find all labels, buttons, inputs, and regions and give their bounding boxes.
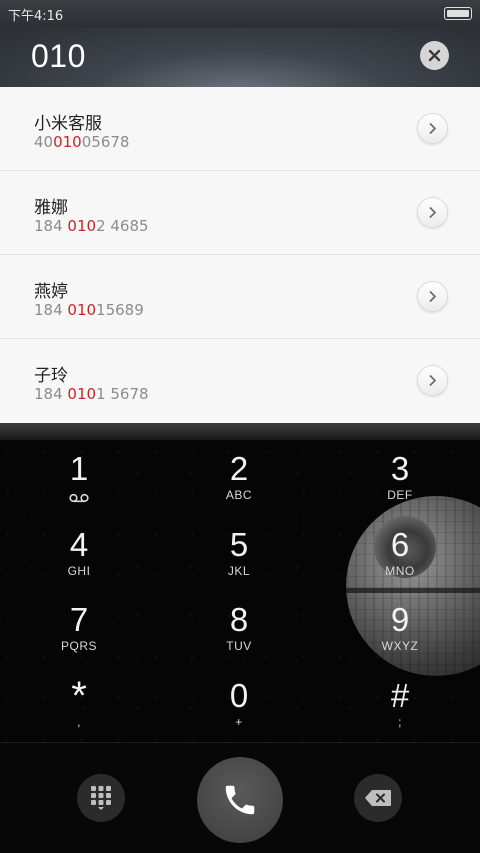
contact-number: 184 0102 4685	[34, 217, 149, 235]
key-digit: 0	[229, 677, 249, 714]
clear-button[interactable]	[420, 41, 449, 70]
key-digit: 8	[229, 601, 249, 638]
key-4[interactable]: 4 GHI	[0, 516, 159, 591]
key-7[interactable]: 7 PQRS	[0, 591, 159, 666]
key-star[interactable]: * ,	[0, 667, 159, 742]
dialpad-icon	[91, 786, 111, 810]
contact-detail-button[interactable]	[417, 197, 448, 228]
chevron-right-icon	[429, 374, 437, 387]
contact-name: 雅娜	[34, 198, 68, 218]
key-letters: TUV	[226, 639, 252, 653]
key-letters: GHI	[67, 564, 91, 578]
backspace-icon	[365, 790, 391, 806]
contact-number: 184 01015689	[34, 301, 144, 319]
close-icon	[428, 49, 441, 62]
contact-detail-button[interactable]	[417, 365, 448, 396]
chevron-right-icon	[429, 206, 437, 219]
search-header: 010	[0, 28, 480, 87]
contact-detail-button[interactable]	[417, 281, 448, 312]
call-button[interactable]	[197, 757, 283, 843]
key-letters: PQRS	[60, 639, 97, 653]
backspace-button[interactable]	[354, 774, 402, 822]
contact-name: 小米客服	[34, 114, 102, 134]
list-item[interactable]: 燕婷 184 01015689	[0, 255, 480, 339]
key-letters: MNO	[385, 564, 415, 578]
key-hash[interactable]: # ;	[320, 667, 480, 742]
list-item[interactable]: 子玲 184 0101 5678	[0, 339, 480, 423]
key-digit: 1	[69, 450, 89, 487]
key-6[interactable]: 6 MNO	[320, 516, 480, 591]
chevron-right-icon	[429, 290, 437, 303]
key-1[interactable]: 1	[0, 440, 159, 515]
status-time: 下午4:16	[8, 9, 64, 24]
key-letters: ;	[398, 715, 402, 729]
key-digit: *	[71, 674, 87, 718]
results-divider	[0, 423, 480, 440]
key-9[interactable]: 9 WXYZ	[320, 591, 480, 666]
chevron-right-icon	[429, 122, 437, 135]
key-digit: 2	[229, 450, 249, 487]
call-controls	[0, 742, 480, 853]
key-letters: JKL	[227, 564, 251, 578]
contact-number: 184 0101 5678	[34, 385, 149, 403]
key-letters: +	[235, 715, 243, 729]
contact-name: 子玲	[34, 366, 68, 386]
search-input[interactable]: 010	[31, 38, 86, 75]
contact-detail-button[interactable]	[417, 113, 448, 144]
results-list: 小米客服 4001005678 雅娜 184 0102 4685 燕婷 184 …	[0, 87, 480, 423]
key-digit: 5	[229, 526, 249, 563]
key-letters: ABC	[225, 488, 253, 502]
key-5[interactable]: 5 JKL	[159, 516, 319, 591]
battery-icon	[444, 7, 472, 20]
key-8[interactable]: 8 TUV	[159, 591, 319, 666]
key-digit: 4	[69, 526, 89, 563]
toggle-dialpad-button[interactable]	[77, 774, 125, 822]
contact-name: 燕婷	[34, 282, 68, 302]
phone-icon	[225, 785, 255, 815]
list-item[interactable]: 小米客服 4001005678	[0, 87, 480, 171]
voicemail-icon	[69, 493, 89, 503]
contact-number: 4001005678	[34, 133, 130, 151]
key-digit: 7	[69, 601, 89, 638]
key-2[interactable]: 2 ABC	[159, 440, 319, 515]
list-item[interactable]: 雅娜 184 0102 4685	[0, 171, 480, 255]
key-digit: 6	[390, 526, 410, 563]
key-0[interactable]: 0 +	[159, 667, 319, 742]
key-digit: 9	[390, 601, 410, 638]
key-digit: #	[390, 677, 410, 714]
status-bar: 下午4:16	[0, 0, 480, 28]
key-letters: WXYZ	[381, 639, 419, 653]
key-letters: DEF	[387, 488, 413, 502]
key-letters: ,	[77, 715, 81, 729]
key-3[interactable]: 3 DEF	[320, 440, 480, 515]
key-digit: 3	[390, 450, 410, 487]
